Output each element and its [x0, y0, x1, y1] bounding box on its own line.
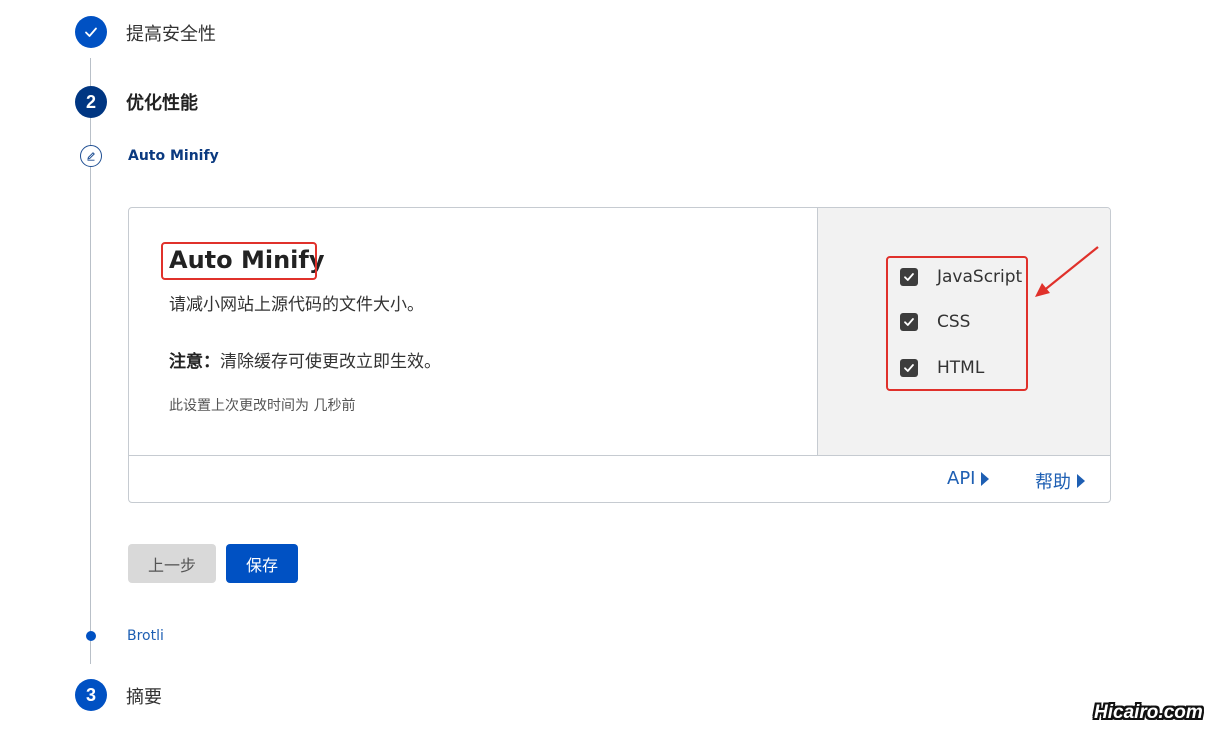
checkbox-css-label[interactable]: CSS — [937, 312, 970, 332]
step-2-label: 优化性能 — [126, 93, 198, 114]
checkbox-css[interactable]: CSS — [900, 312, 970, 332]
substep-auto-minify-indicator — [80, 145, 102, 167]
title-annotation-box — [161, 242, 317, 280]
last-modified-text: 此设置上次更改时间为 几秒前 — [169, 398, 356, 414]
annotation-arrow-icon — [1035, 246, 1099, 297]
checkbox-javascript-label[interactable]: JavaScript — [937, 267, 1022, 287]
note-text: 清除缓存可使更改立即生效。 — [220, 352, 441, 372]
card-footer: API 帮助 — [129, 455, 1110, 502]
step-3-label: 摘要 — [126, 687, 162, 708]
caret-right-icon — [981, 471, 990, 486]
checkbox-html-label[interactable]: HTML — [937, 358, 984, 378]
step-2-indicator: 2 — [75, 86, 107, 118]
previous-button[interactable]: 上一步 — [128, 544, 216, 583]
card-description: 请减小网站上源代码的文件大小。 — [169, 295, 424, 315]
checkbox-javascript[interactable]: JavaScript — [900, 267, 1022, 287]
checkbox-html[interactable]: HTML — [900, 358, 984, 378]
card-content: Auto Minify 请减小网站上源代码的文件大小。 注意：清除缓存可使更改立… — [129, 208, 818, 455]
watermark: Hicairo.com — [1094, 702, 1203, 723]
checkbox-checked-icon[interactable] — [900, 313, 918, 331]
help-link[interactable]: 帮助 — [1035, 468, 1085, 494]
step-1-label[interactable]: 提高安全性 — [126, 20, 216, 46]
note-label: 注意： — [169, 352, 220, 372]
onboarding-page: 提高安全性 2 优化性能 Auto Minify Auto Minify 请减小… — [0, 0, 1226, 729]
substep-brotli-indicator — [86, 631, 96, 641]
caret-right-icon — [1077, 474, 1085, 488]
pencil-icon — [87, 152, 95, 161]
help-link-label[interactable]: 帮助 — [1035, 468, 1071, 494]
save-button[interactable]: 保存 — [226, 544, 298, 583]
api-link[interactable]: API — [947, 468, 990, 489]
auto-minify-card: Auto Minify 请减小网站上源代码的文件大小。 注意：清除缓存可使更改立… — [128, 207, 1111, 503]
checkmark-icon — [85, 27, 97, 37]
step-3-indicator: 3 — [75, 679, 107, 711]
step-1-complete-indicator — [75, 16, 107, 48]
substep-brotli-link[interactable]: Brotli — [127, 628, 164, 644]
substep-auto-minify-label: Auto Minify — [128, 148, 219, 164]
card-note: 注意：清除缓存可使更改立即生效。 — [169, 347, 441, 372]
checkbox-checked-icon[interactable] — [900, 268, 918, 286]
api-link-label[interactable]: API — [947, 468, 975, 489]
checkbox-checked-icon[interactable] — [900, 359, 918, 377]
